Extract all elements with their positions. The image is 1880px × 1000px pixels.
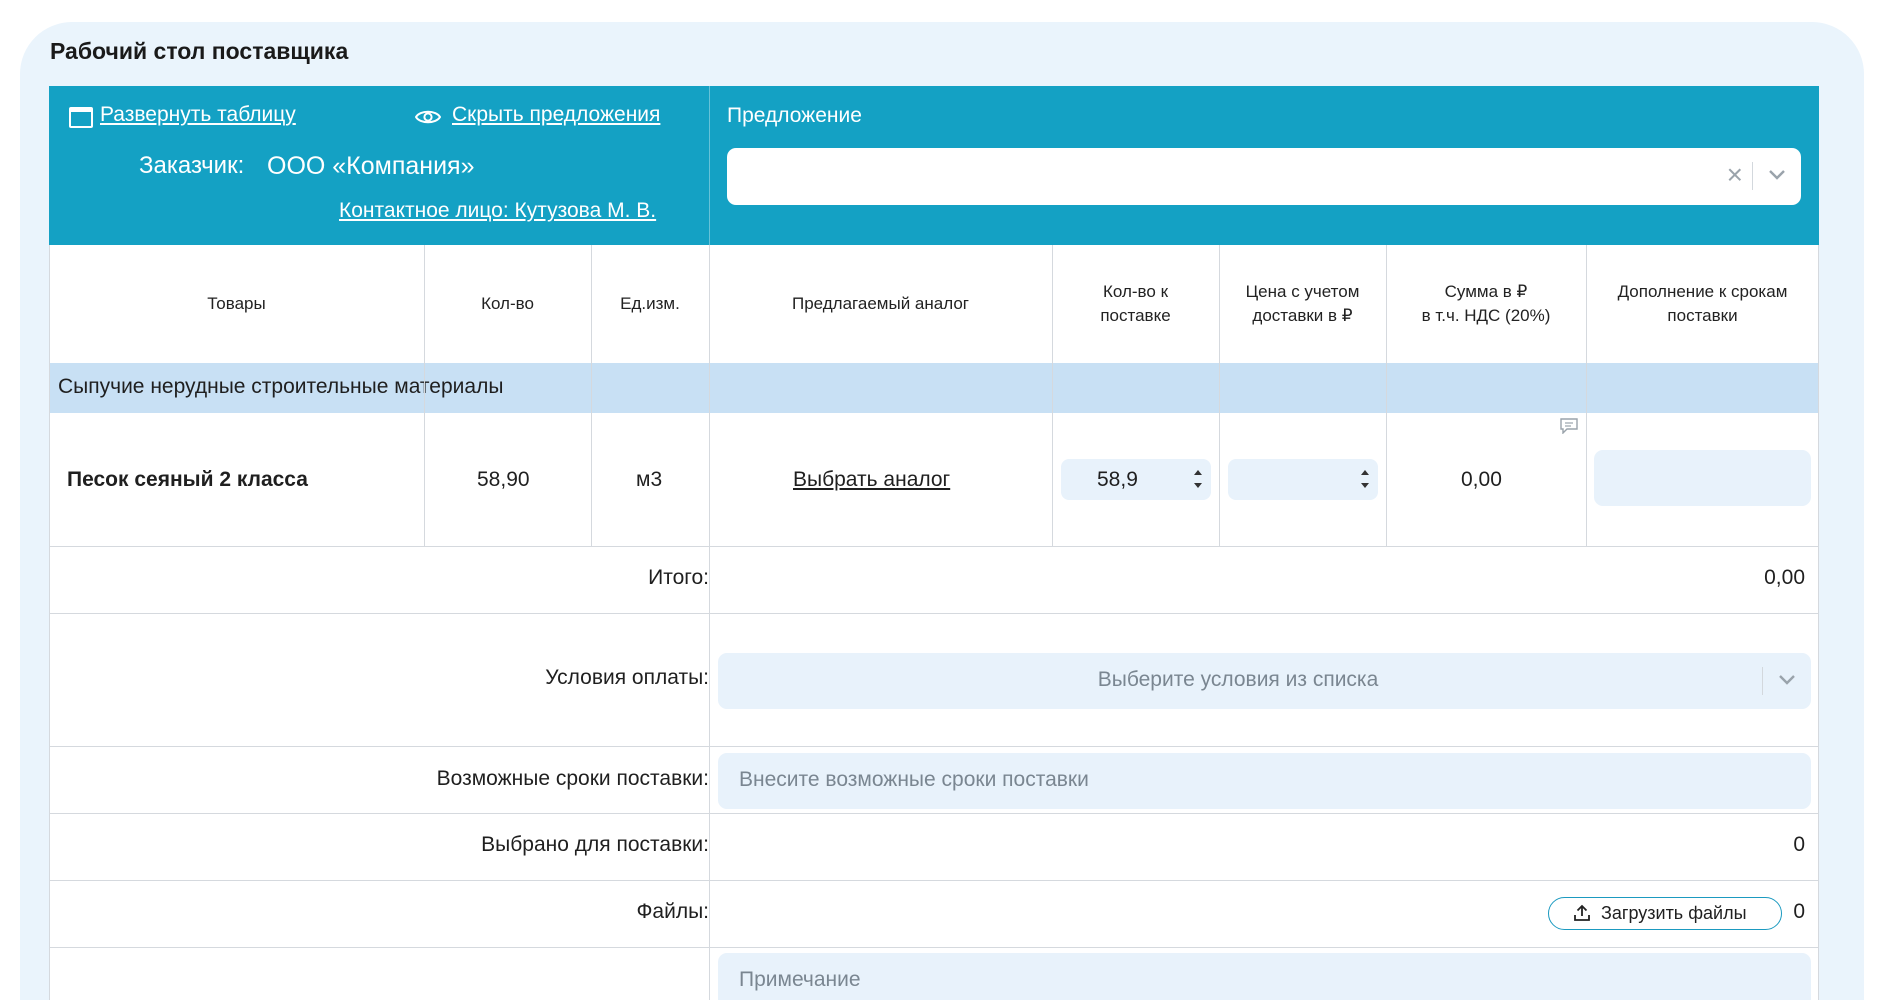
note-input[interactable]: Примечание [718, 953, 1811, 1000]
customer-label: Заказчик: [139, 152, 245, 179]
item-qty: 58,90 [477, 468, 530, 491]
choose-analog-link[interactable]: Выбрать аналог [793, 468, 950, 492]
qty-delivery-value: 58,9 [1097, 468, 1138, 491]
grid-line [49, 813, 1819, 814]
col-header-terms-line1: Дополнение к срокам [1617, 282, 1788, 301]
eye-icon[interactable] [415, 108, 441, 126]
col-header-terms: Дополнение к срокам поставки [1586, 245, 1819, 363]
qty-delivery-input[interactable]: 58,9 [1061, 459, 1211, 500]
grid-line [1818, 245, 1819, 1000]
offer-select[interactable]: × [727, 148, 1801, 205]
delivery-terms-addition-input[interactable] [1594, 450, 1811, 506]
chevron-down-icon[interactable] [1777, 669, 1797, 689]
grid-line [49, 880, 1819, 881]
col-header-price-line1: Цена с учетом [1245, 282, 1360, 301]
grid-line [49, 947, 1819, 948]
delivery-terms-label: Возможные сроки поставки: [436, 767, 709, 790]
supplier-table: Развернуть таблицу Скрыть предложения За… [49, 86, 1819, 1000]
payment-terms-select[interactable]: Выберите условия из списка [718, 653, 1811, 709]
grid-line [1586, 245, 1587, 546]
comment-icon[interactable] [1559, 418, 1579, 434]
grid-line [49, 546, 1819, 547]
files-count: 0 [1793, 900, 1805, 923]
grid-line [591, 245, 592, 546]
note-placeholder: Примечание [739, 968, 861, 991]
spinner-arrows-icon[interactable] [1358, 463, 1372, 495]
price-input[interactable] [1228, 459, 1378, 500]
payment-terms-placeholder: Выберите условия из списка [1097, 668, 1379, 691]
col-header-analog: Предлагаемый аналог [792, 294, 969, 313]
item-name: Песок сеяный 2 класса [67, 468, 308, 491]
page-title: Рабочий стол поставщика [50, 38, 349, 64]
grid-line [1219, 245, 1220, 546]
col-header-terms-line2: поставки [1667, 306, 1738, 325]
grid-line [1052, 245, 1053, 546]
col-header-sum-line1: Сумма в ₽ [1444, 282, 1528, 301]
expand-table-link[interactable]: Развернуть таблицу [100, 103, 296, 127]
grid-line [424, 245, 425, 546]
upload-files-button[interactable]: Загрузить файлы [1548, 897, 1782, 930]
group-name: Сыпучие нерудные строительные материалы [58, 375, 504, 398]
selected-for-delivery-label: Выбрано для поставки: [481, 833, 709, 856]
col-header-qty-delivery: Кол-во к поставке [1052, 245, 1219, 363]
files-label: Файлы: [636, 900, 709, 923]
delivery-terms-input[interactable]: Внесите возможные сроки поставки [718, 753, 1811, 809]
hide-offers-link[interactable]: Скрыть предложения [452, 103, 660, 127]
grid-line [49, 245, 50, 1000]
select-separator [1752, 162, 1753, 190]
col-header-qty-delivery-line2: поставке [1100, 306, 1171, 325]
upload-files-label: Загрузить файлы [1601, 903, 1747, 923]
col-header-goods: Товары [207, 294, 266, 313]
grid-line [709, 245, 710, 1000]
expand-table-icon[interactable] [69, 107, 93, 128]
select-separator [1762, 667, 1763, 695]
col-header-sum: Сумма в ₽ в т.ч. НДС (20%) [1386, 245, 1586, 363]
group-row: Сыпучие нерудные строительные материалы [49, 363, 1819, 413]
header-divider [709, 86, 710, 245]
contact-person-link[interactable]: Контактное лицо: Кутузова М. В. [339, 199, 656, 223]
grid-line [49, 746, 1819, 747]
col-header-qty: Кол-во [481, 294, 534, 313]
total-value: 0,00 [1764, 566, 1805, 589]
spinner-arrows-icon[interactable] [1191, 463, 1205, 495]
col-header-unit: Ед.изм. [620, 294, 680, 313]
payment-terms-label: Условия оплаты: [545, 666, 709, 689]
clear-icon[interactable]: × [1727, 160, 1743, 190]
item-sum: 0,00 [1461, 468, 1502, 491]
customer-name: ООО «Компания» [267, 152, 475, 180]
chevron-down-icon[interactable] [1767, 164, 1787, 184]
grid-line [1386, 245, 1387, 546]
offer-label: Предложение [727, 104, 862, 127]
col-header-price-line2: доставки в ₽ [1252, 306, 1353, 325]
grid-line [49, 613, 1819, 614]
total-label: Итого: [648, 566, 709, 589]
col-header-qty-delivery-line1: Кол-во к [1102, 282, 1169, 301]
selected-for-delivery-value: 0 [1793, 833, 1805, 856]
table-header: Развернуть таблицу Скрыть предложения За… [49, 86, 1819, 245]
col-header-sum-line2: в т.ч. НДС (20%) [1421, 306, 1551, 325]
upload-icon [1574, 904, 1590, 921]
col-header-price: Цена с учетом доставки в ₽ [1219, 245, 1386, 363]
item-unit: м3 [636, 468, 663, 491]
delivery-terms-placeholder: Внесите возможные сроки поставки [739, 768, 1089, 791]
